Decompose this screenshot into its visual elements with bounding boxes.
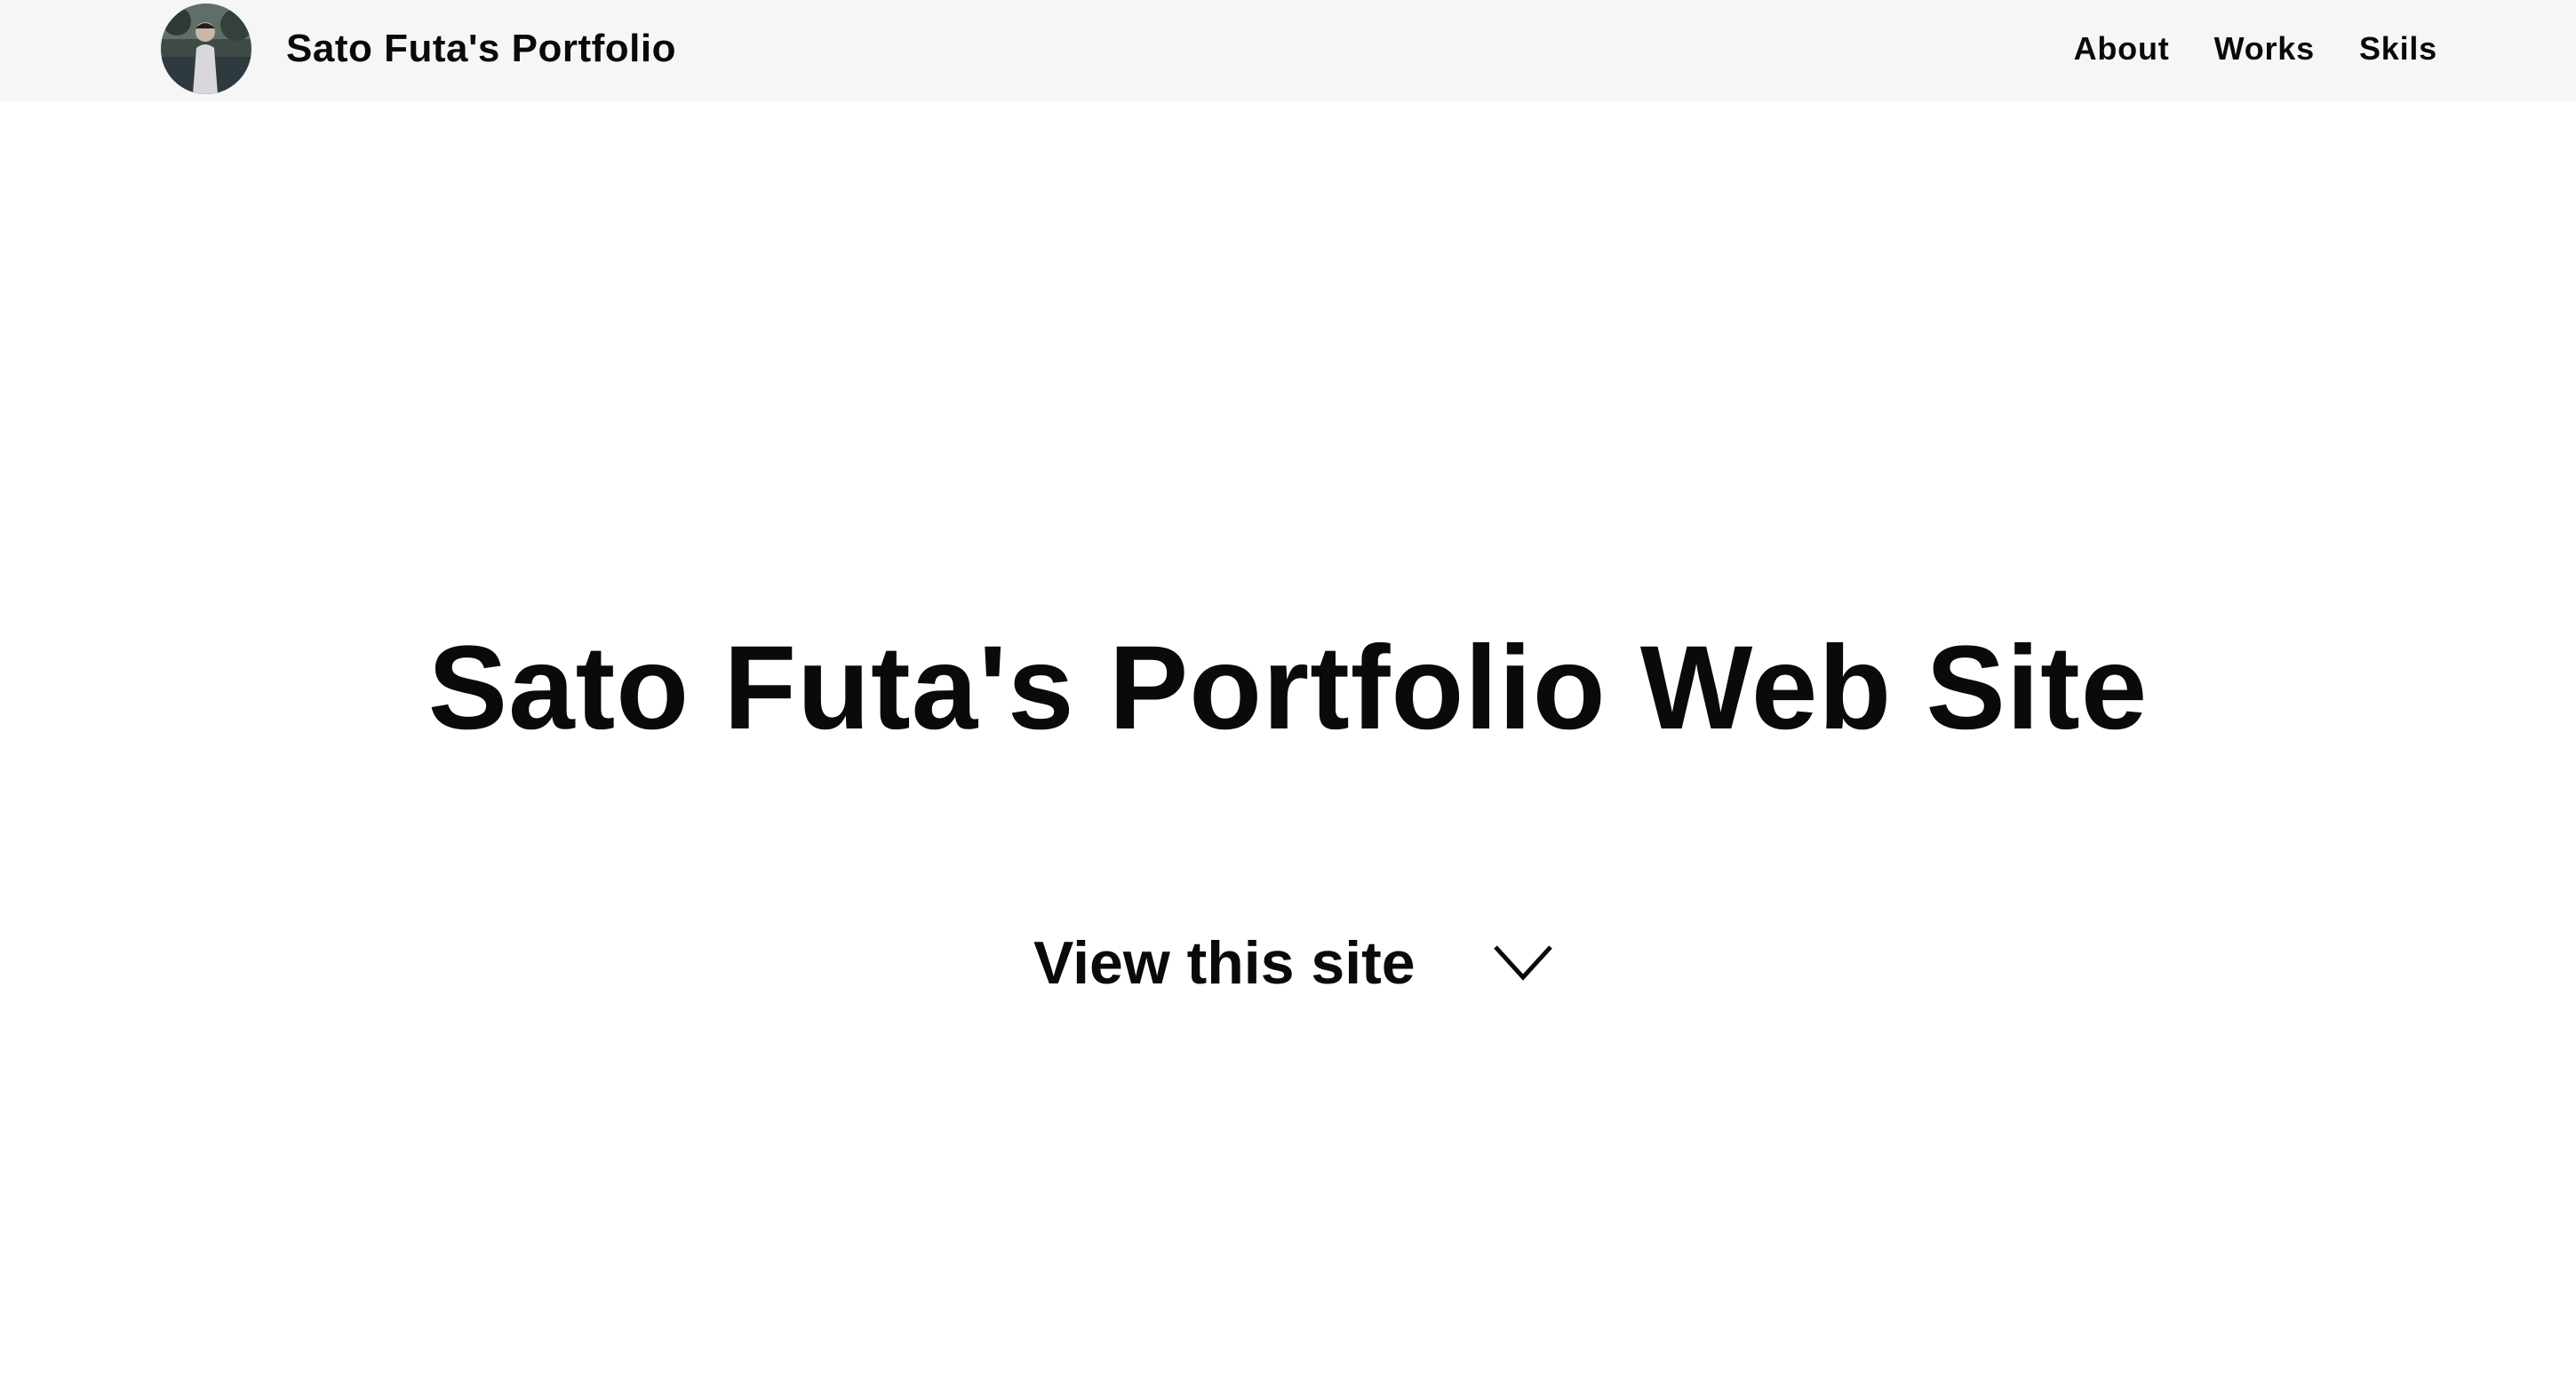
nav-item-skils[interactable]: Skils <box>2359 27 2437 71</box>
chevron-down-icon <box>1493 945 1552 981</box>
view-site-label: View this site <box>1033 929 1416 997</box>
nav-item-about[interactable]: About <box>2074 27 2170 71</box>
site-title[interactable]: Sato Futa's Portfolio <box>286 23 676 75</box>
main-nav: About Works Skils <box>2074 27 2437 71</box>
nav-item-works[interactable]: Works <box>2214 27 2315 71</box>
avatar-photo-icon <box>161 4 251 94</box>
view-site-button[interactable]: View this site <box>1033 926 1552 1000</box>
avatar[interactable] <box>161 4 251 94</box>
site-header: Sato Futa's Portfolio About Works Skils <box>0 0 2576 101</box>
hero-title: Sato Futa's Portfolio Web Site <box>427 622 2149 754</box>
